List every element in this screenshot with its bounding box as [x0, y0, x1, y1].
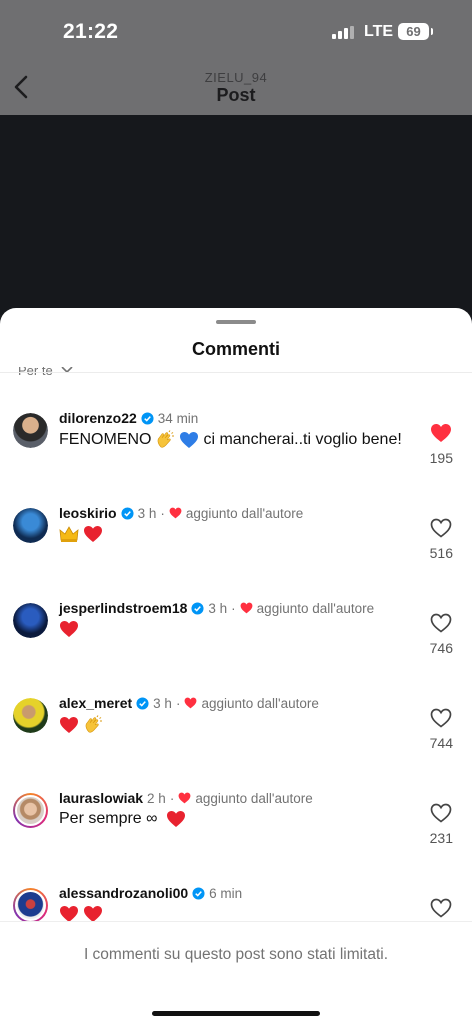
comment-item: leoskirio 3 h · aggiunto dall'autore 516 — [0, 505, 472, 599]
comments-limited-notice: I commenti su questo post sono stati lim… — [83, 946, 389, 963]
sheet-handle[interactable] — [216, 320, 256, 324]
comment-username[interactable]: leoskirio — [59, 505, 117, 521]
nav-title: Post — [216, 85, 256, 105]
battery-icon: 69 — [398, 23, 433, 40]
avatar[interactable] — [13, 698, 48, 733]
red-heart-emoji-icon — [166, 811, 185, 827]
author-like-heart-icon — [240, 602, 253, 614]
comment-time: 2 h — [147, 790, 166, 806]
comments-limited-footer: I commenti su questo post sono stati lim… — [0, 921, 472, 1024]
dimmed-header: 21:22 LTE 69 ZIELU_94 Post — [0, 0, 472, 115]
comment-username[interactable]: alex_meret — [59, 695, 132, 711]
comment-item: alex_meret 3 h · aggiunto dall'autore 74… — [0, 695, 472, 789]
comment-time: 3 h — [137, 505, 157, 521]
clapping-emoji-icon — [158, 430, 175, 448]
clapping-emoji-icon — [85, 715, 102, 733]
sheet-title: Commenti — [191, 339, 280, 359]
network-type: LTE — [364, 23, 394, 40]
author-liked-label: aggiunto dall'autore — [185, 505, 304, 521]
heart-outline-icon[interactable] — [430, 708, 452, 728]
avatar[interactable] — [13, 603, 48, 638]
avatar[interactable] — [13, 793, 48, 828]
author-like-heart-icon — [169, 507, 182, 519]
comment-text: FENOMENO — [59, 431, 152, 448]
comment-time: 3 h — [208, 600, 228, 616]
divider — [0, 372, 472, 373]
like-count: 231 — [429, 830, 453, 846]
nav-username: ZIELU_94 — [204, 70, 268, 85]
status-bar: 21:22 LTE 69 — [0, 0, 472, 62]
heart-outline-icon[interactable] — [430, 803, 452, 823]
verified-icon — [141, 411, 154, 425]
comment-time: 3 h — [153, 695, 172, 711]
verified-icon — [192, 886, 205, 900]
post-media[interactable] — [0, 115, 472, 315]
red-heart-emoji-icon — [84, 526, 102, 542]
heart-outline-icon[interactable] — [430, 613, 452, 633]
verified-icon — [136, 696, 149, 710]
blue-heart-emoji-icon — [180, 432, 199, 448]
avatar[interactable] — [13, 413, 48, 448]
author-like-heart-icon — [178, 792, 191, 804]
heart-outline-icon[interactable] — [430, 898, 452, 918]
comments-sheet: Commenti Per te dilorenzo22 34 min FENOM… — [0, 308, 472, 1024]
comment-item: jesperlindstroem18 3 h · aggiunto dall'a… — [0, 600, 472, 694]
heart-outline-icon[interactable] — [430, 518, 452, 538]
verified-icon — [121, 506, 134, 520]
author-liked-label: aggiunto dall'autore — [195, 790, 313, 806]
red-heart-emoji-icon — [60, 717, 78, 733]
comment-text-continued: ci mancherai..ti voglio bene! — [203, 431, 402, 448]
home-indicator[interactable] — [152, 1011, 320, 1016]
like-count: 516 — [429, 545, 453, 561]
signal-icon — [332, 26, 354, 39]
avatar[interactable] — [13, 508, 48, 543]
status-time: 21:22 — [63, 20, 119, 43]
author-liked-label: aggiunto dall'autore — [256, 600, 375, 616]
comment-username[interactable]: lauraslowiak — [59, 790, 143, 806]
comment-item: dilorenzo22 34 min FENOMENO ci mancherai… — [0, 410, 472, 504]
red-heart-emoji-icon — [60, 621, 78, 637]
like-count: 746 — [429, 640, 453, 656]
liked-heart-icon[interactable] — [430, 423, 452, 443]
nav-bar: ZIELU_94 Post — [0, 62, 472, 114]
author-like-heart-icon — [185, 697, 197, 709]
crown-emoji-icon — [59, 526, 79, 542]
comment-username[interactable]: dilorenzo22 — [59, 410, 137, 426]
comment-username[interactable]: jesperlindstroem18 — [59, 600, 187, 616]
avatar[interactable] — [13, 888, 48, 923]
like-count: 744 — [429, 735, 453, 751]
like-count: 195 — [429, 450, 453, 466]
author-liked-label: aggiunto dall'autore — [201, 695, 319, 711]
comment-item: lauraslowiak 2 h · aggiunto dall'autore … — [0, 790, 472, 884]
verified-icon — [191, 601, 204, 615]
comment-text: Per sempre ∞ — [59, 810, 158, 827]
comment-time: 34 min — [157, 410, 199, 426]
comment-time: 6 min — [209, 885, 243, 901]
sort-dropdown[interactable]: Per te — [18, 367, 73, 381]
comment-username[interactable]: alessandrozanoli00 — [59, 885, 188, 901]
